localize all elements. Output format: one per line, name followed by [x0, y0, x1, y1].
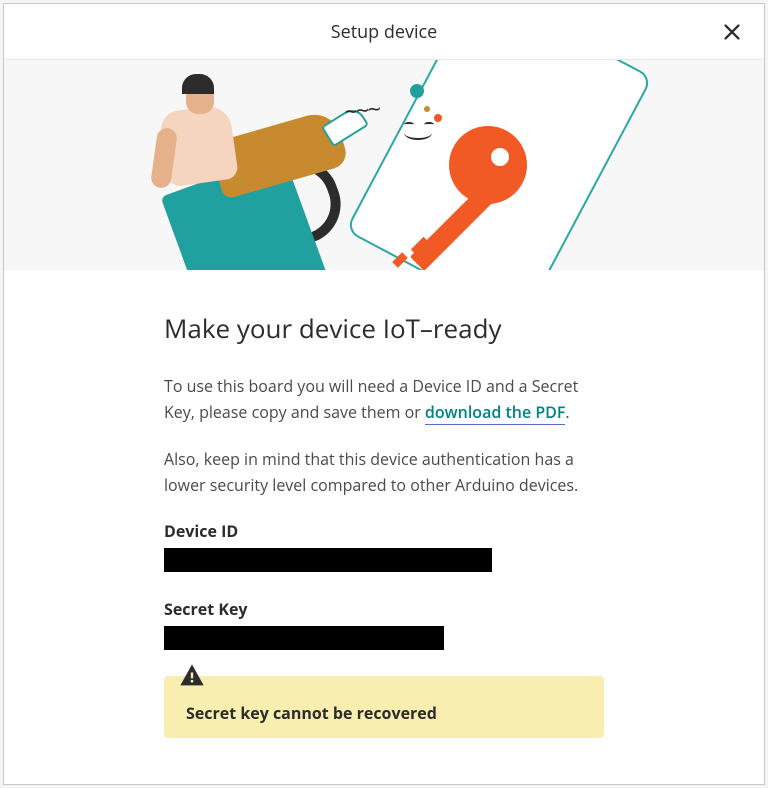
device-id-label: Device ID: [164, 520, 604, 542]
page-heading: Make your device IoT–ready: [164, 310, 604, 346]
secret-key-value[interactable]: [164, 626, 444, 650]
hero-illustration: ~~~: [4, 60, 764, 270]
intro-paragraph: To use this board you will need a Device…: [164, 374, 604, 425]
close-button[interactable]: [718, 18, 746, 46]
modal-content: Make your device IoT–ready To use this b…: [4, 270, 764, 758]
modal-title: Setup device: [331, 20, 438, 44]
warning-icon: [178, 662, 206, 690]
device-id-value[interactable]: [164, 548, 492, 572]
setup-device-modal: Setup device: [3, 3, 765, 785]
warning-title: Secret key cannot be recovered: [186, 702, 582, 724]
download-pdf-link[interactable]: download the PDF: [425, 401, 566, 425]
modal-body[interactable]: ~~~ Make your device IoT–ready To use th…: [4, 60, 764, 784]
security-note: Also, keep in mind that this device auth…: [164, 447, 604, 498]
warning-box: Secret key cannot be recovered: [164, 676, 604, 738]
secret-key-label: Secret Key: [164, 598, 604, 620]
close-icon: [721, 21, 743, 43]
modal-header: Setup device: [4, 4, 764, 60]
intro-text-after: .: [565, 401, 569, 423]
